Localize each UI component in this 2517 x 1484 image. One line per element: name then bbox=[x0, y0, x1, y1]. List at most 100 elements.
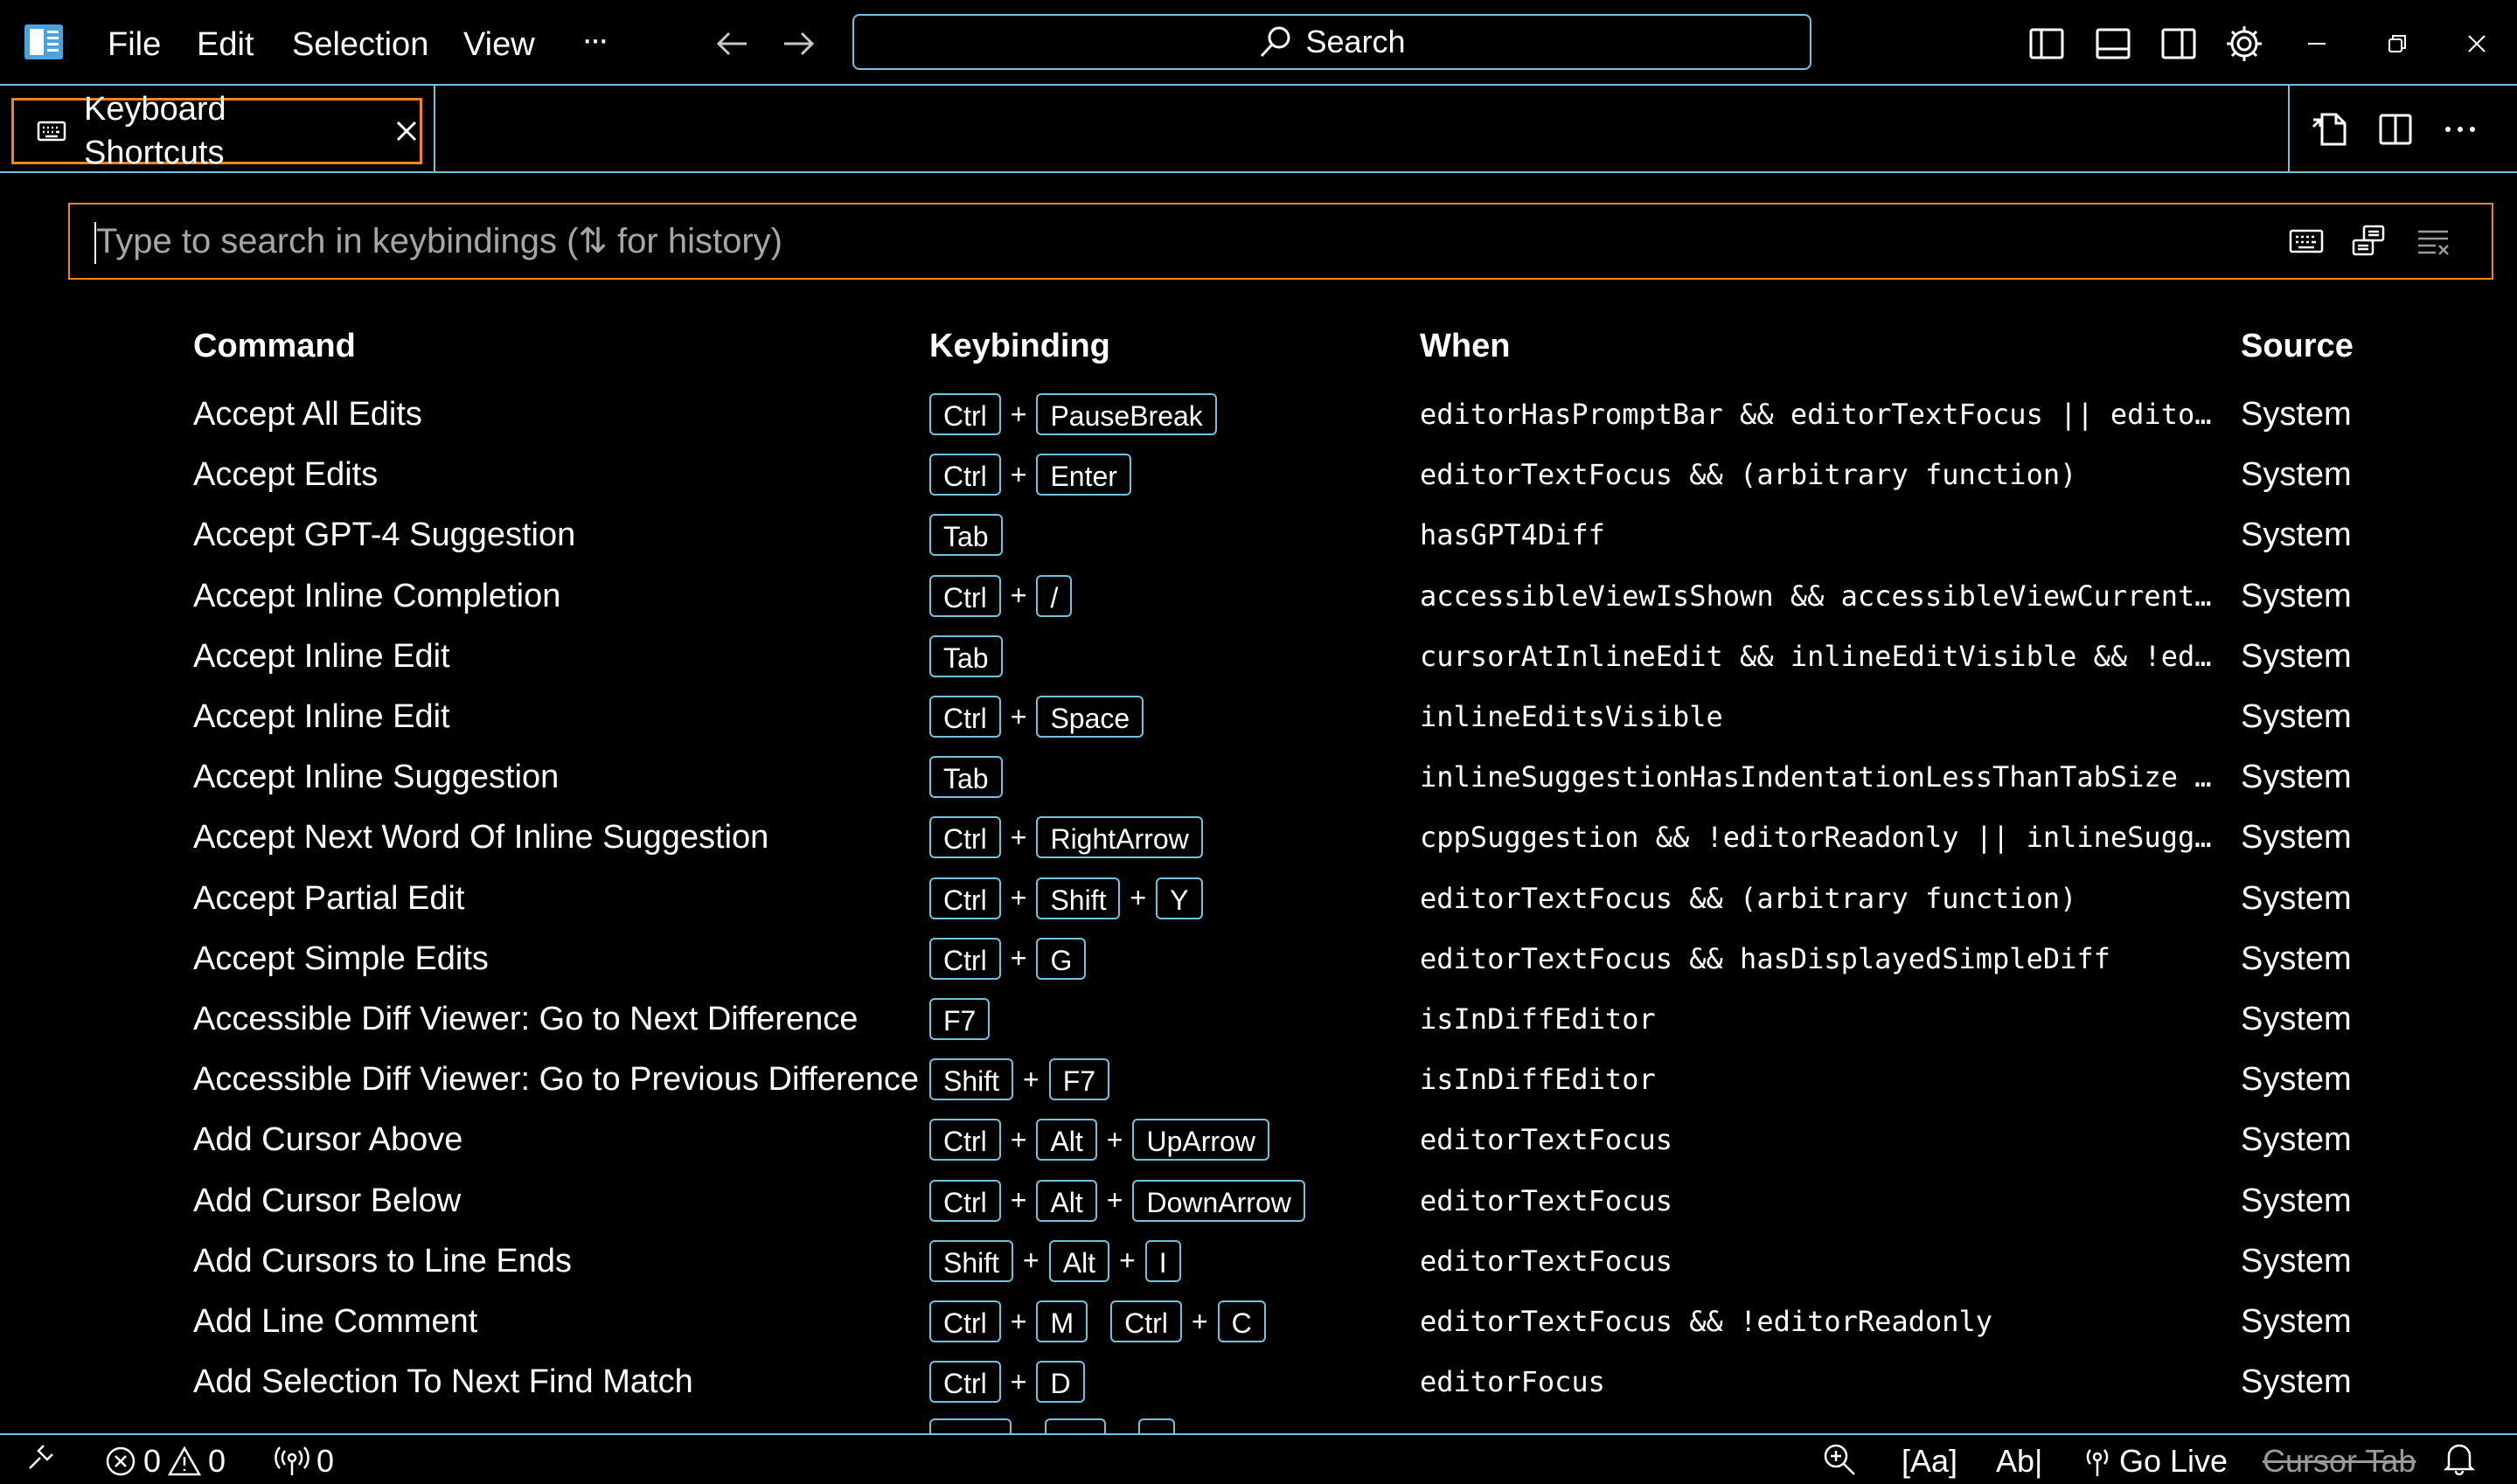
keybinding-cell: Shift + F7 bbox=[929, 1055, 1110, 1104]
command-cell: Accept All Edits bbox=[193, 396, 422, 433]
key-plus: + bbox=[1010, 700, 1027, 732]
when-cell: isInDiffEditor bbox=[1420, 1063, 1656, 1097]
table-row[interactable]: Add Cursor Below Ctrl + Alt + DownArrow editor… bbox=[0, 1171, 2517, 1231]
table-row[interactable]: Accept Partial Edit Ctrl + Shift + YeditorTex… bbox=[0, 869, 2517, 929]
table-row[interactable]: Accept Inline Completion Ctrl + / accessible… bbox=[0, 566, 2517, 627]
key-cap: Tab bbox=[929, 514, 1003, 557]
when-cell: cppSuggestion && !editorReadonly || inli… bbox=[1420, 821, 2215, 855]
go-live-button[interactable]: Go Live bbox=[2082, 1442, 2228, 1481]
toggle-panel-icon[interactable] bbox=[2089, 19, 2138, 68]
key-cap-partial bbox=[1045, 1418, 1106, 1433]
toggle-primary-sidebar-icon[interactable] bbox=[2022, 19, 2071, 68]
table-row[interactable]: Accept Inline Suggestion Tab inlineSuggest… bbox=[0, 747, 2517, 808]
when-cell: editorTextFocus bbox=[1420, 1244, 1672, 1278]
key-cap: Ctrl bbox=[929, 877, 1001, 919]
table-row[interactable]: Accept Inline Edit Tab cursorAtInlineEdit … bbox=[0, 627, 2517, 687]
broadcast-live-icon bbox=[2086, 1449, 2109, 1476]
key-cap: Alt bbox=[1036, 1119, 1097, 1162]
close-window-icon[interactable] bbox=[2452, 19, 2501, 68]
table-row[interactable]: Accept Edits Ctrl + Enter editorTextFocus &&… bbox=[0, 445, 2517, 505]
source-cell: System bbox=[2241, 1363, 2352, 1401]
open-keybindings-json-icon[interactable] bbox=[2305, 105, 2354, 154]
key-cap: M bbox=[1036, 1300, 1088, 1342]
zoom-indicator[interactable] bbox=[1822, 1442, 1857, 1477]
table-row[interactable]: Add Cursors to Line Ends Shift + Alt + Iedito… bbox=[0, 1231, 2517, 1292]
table-row[interactable]: Add Cursor Above Ctrl + Alt + UpArrow editorTe… bbox=[0, 1110, 2517, 1170]
key-cap: Ctrl bbox=[929, 574, 1001, 617]
key-cap: F7 bbox=[1048, 1058, 1110, 1101]
forward-arrow-icon[interactable] bbox=[774, 19, 823, 68]
key-cap: G bbox=[1036, 937, 1087, 980]
sort-by-precedence-icon[interactable] bbox=[2344, 217, 2393, 266]
column-header-command[interactable]: Command bbox=[193, 323, 356, 369]
keyboard-icon bbox=[37, 120, 66, 142]
problems-indicator[interactable]: 0 0 bbox=[105, 1442, 226, 1481]
restore-icon[interactable] bbox=[2373, 19, 2422, 68]
clear-search-icon[interactable] bbox=[2409, 217, 2458, 266]
ports-indicator[interactable]: 0 bbox=[275, 1442, 334, 1481]
key-plus: + bbox=[1010, 1123, 1027, 1155]
menu-edit[interactable]: Edit bbox=[197, 19, 254, 70]
key-cap: Ctrl bbox=[929, 1300, 1001, 1342]
column-header-when[interactable]: When bbox=[1420, 323, 1510, 369]
table-row[interactable]: Add Line Comment Ctrl + M Ctrl + CeditorTextFo… bbox=[0, 1292, 2517, 1352]
command-cell: Add Line Comment bbox=[193, 1303, 478, 1340]
command-cell: Accept Partial Edit bbox=[193, 879, 465, 917]
more-actions-icon[interactable] bbox=[2436, 105, 2485, 154]
notifications-bell[interactable] bbox=[2444, 1442, 2475, 1475]
keybindings-search-input[interactable]: Type to search in keybindings (⇅ for his… bbox=[68, 203, 2493, 280]
menu-view[interactable]: View bbox=[463, 19, 535, 70]
keybinding-cell: Ctrl + Enter bbox=[929, 450, 1131, 499]
match-case-toggle[interactable]: [Aa] bbox=[1902, 1442, 1957, 1481]
key-plus: + bbox=[1010, 1365, 1027, 1397]
settings-gear-icon[interactable] bbox=[2220, 19, 2269, 68]
remote-indicator[interactable] bbox=[26, 1442, 56, 1472]
keybinding-cell: Ctrl + RightArrow bbox=[929, 813, 1203, 862]
table-row[interactable]: Accept Next Word Of Inline Suggestion Ctr… bbox=[0, 808, 2517, 868]
menu-more[interactable]: ··· bbox=[581, 14, 609, 65]
split-editor-icon[interactable] bbox=[2371, 105, 2420, 154]
key-plus: + bbox=[1010, 579, 1027, 612]
key-plus: + bbox=[1106, 1184, 1123, 1217]
table-row[interactable]: Accept All Edits Ctrl + PauseBreak editorHas… bbox=[0, 385, 2517, 445]
key-plus: + bbox=[1010, 882, 1027, 914]
column-header-source[interactable]: Source bbox=[2241, 323, 2354, 369]
key-cap-partial bbox=[1138, 1418, 1175, 1433]
key-cap: Ctrl bbox=[929, 1361, 1001, 1404]
key-cap: Ctrl bbox=[929, 1119, 1001, 1162]
back-arrow-icon[interactable] bbox=[708, 19, 757, 68]
key-plus: + bbox=[1130, 882, 1147, 914]
key-plus: + bbox=[1119, 1245, 1136, 1277]
command-cell: Accessible Diff Viewer: Go to Previous D… bbox=[193, 1061, 920, 1099]
command-cell: Accept Inline Edit bbox=[193, 637, 450, 675]
source-cell: System bbox=[2241, 1303, 2352, 1340]
key-cap: Ctrl bbox=[929, 696, 1001, 738]
match-whole-word-toggle[interactable]: Ab| bbox=[1996, 1442, 2042, 1481]
table-row[interactable]: Accept Inline Edit Ctrl + Space inlineEditsV… bbox=[0, 687, 2517, 747]
source-cell: System bbox=[2241, 1061, 2352, 1099]
record-keys-icon[interactable] bbox=[2282, 217, 2331, 266]
when-cell: isInDiffEditor bbox=[1420, 1002, 1656, 1036]
when-cell: editorTextFocus && (arbitrary function) bbox=[1420, 458, 2077, 492]
table-row[interactable]: Accessible Diff Viewer: Go to Previous D… bbox=[0, 1050, 2517, 1110]
column-header-keybinding[interactable]: Keybinding bbox=[929, 323, 1110, 369]
tab-keyboard-shortcuts[interactable]: Keyboard Shortcuts bbox=[11, 91, 422, 171]
table-row[interactable]: Accept GPT-4 Suggestion Tab hasGPT4Diff Sys… bbox=[0, 505, 2517, 565]
key-plus: + bbox=[1010, 1305, 1027, 1337]
key-cap: Space bbox=[1036, 696, 1144, 738]
cursor-tab-status[interactable]: Cursor Tab bbox=[2263, 1442, 2416, 1481]
toggle-secondary-sidebar-icon[interactable] bbox=[2154, 19, 2203, 68]
close-tab-icon[interactable] bbox=[393, 118, 420, 144]
menu-file[interactable]: File bbox=[108, 19, 161, 70]
key-cap: DownArrow bbox=[1132, 1179, 1305, 1222]
key-cap: UpArrow bbox=[1132, 1119, 1269, 1162]
minimize-icon[interactable] bbox=[2292, 19, 2341, 68]
source-cell: System bbox=[2241, 1001, 2352, 1037]
keybinding-cell: Shift + Alt + I bbox=[929, 1237, 1181, 1286]
table-row[interactable]: Add Selection To Next Find Match Ctrl + Ded… bbox=[0, 1352, 2517, 1412]
table-row[interactable]: Accessible Diff Viewer: Go to Next Diffe… bbox=[0, 989, 2517, 1050]
command-center-search[interactable]: Search bbox=[852, 14, 1811, 70]
command-cell: Add Cursor Above bbox=[193, 1121, 463, 1159]
table-row[interactable]: Accept Simple Edits Ctrl + GeditorTextFocus… bbox=[0, 929, 2517, 989]
menu-selection[interactable]: Selection bbox=[292, 19, 428, 70]
